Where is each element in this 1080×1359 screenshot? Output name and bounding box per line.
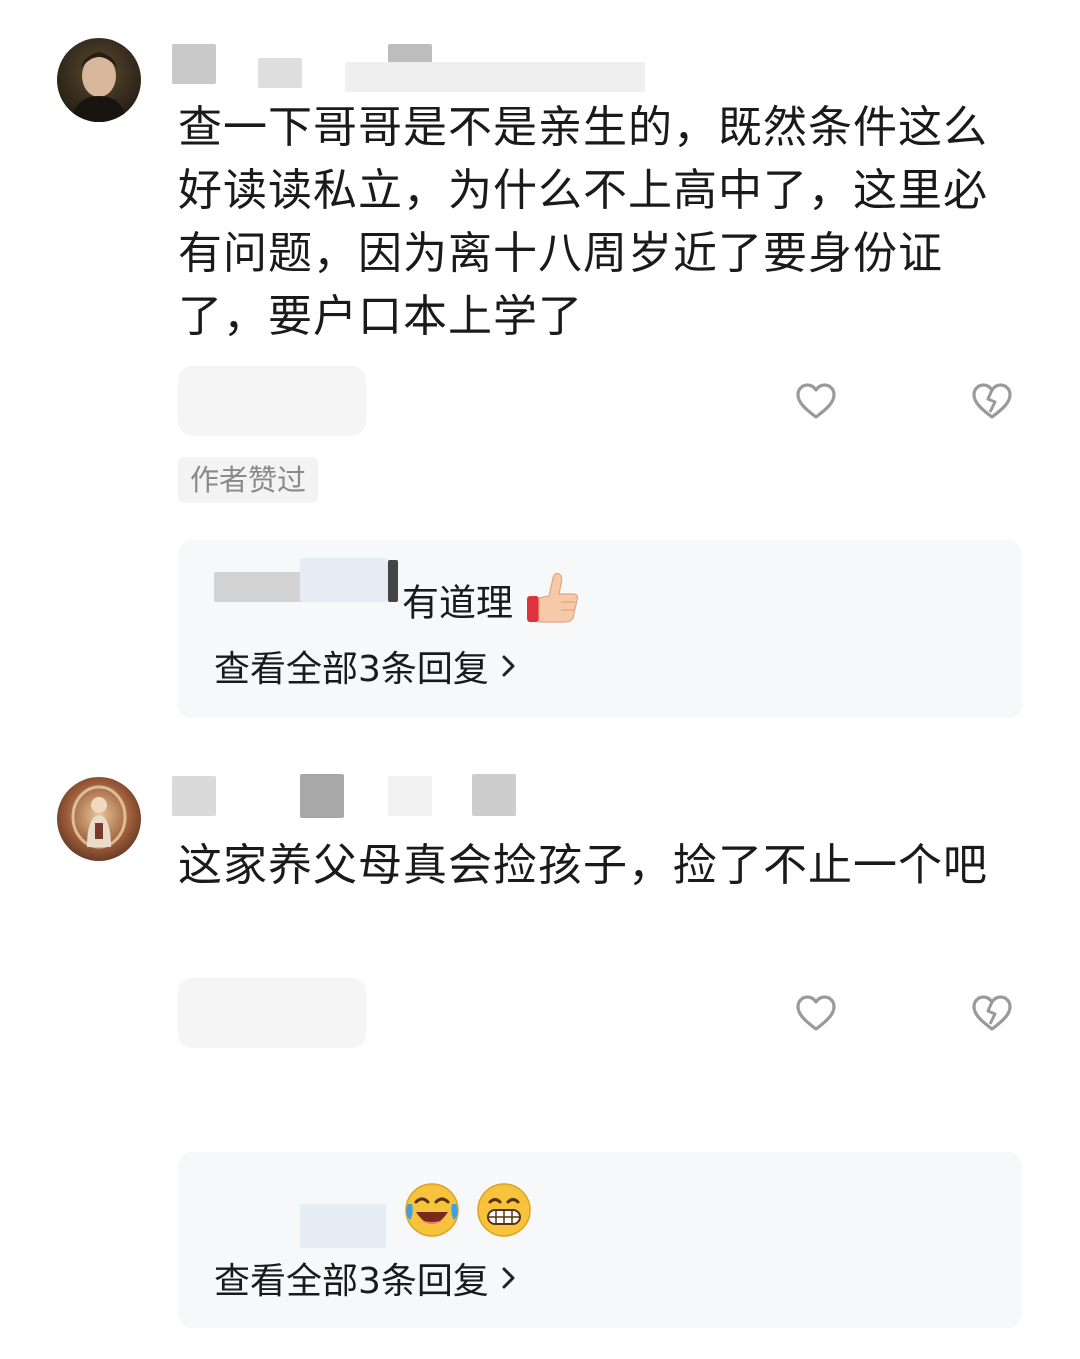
username-redacted — [345, 62, 645, 92]
comment-text: 这家养父母真会捡孩子，捡了不止一个吧 — [178, 840, 988, 891]
broken-heart-icon — [972, 383, 1012, 419]
avatar[interactable] — [57, 38, 141, 122]
grinning-emoji-icon — [474, 1180, 534, 1254]
thumbs-up-icon — [525, 570, 581, 640]
reply-text: 有道理 — [402, 581, 513, 625]
view-all-label: 查看全部3条回复 — [214, 1261, 489, 1302]
username-redacted — [472, 774, 516, 816]
reply-username-redacted — [388, 560, 398, 602]
chevron-right-icon — [499, 644, 519, 696]
reply-pill[interactable] — [178, 978, 366, 1048]
username-redacted — [300, 774, 344, 818]
heart-outline-icon — [796, 995, 836, 1031]
chevron-right-icon — [499, 1256, 519, 1308]
reply-preview-line: 有道理 — [402, 570, 581, 640]
reply-preview-box[interactable]: 查看全部3条回复 — [178, 1152, 1022, 1328]
heart-outline-icon — [796, 383, 836, 419]
username-redacted — [172, 44, 216, 84]
reply-preview-line — [402, 1180, 534, 1254]
reply-username-redacted — [214, 572, 304, 602]
comment-text: 查一下哥哥是不是亲生的，既然条件这么好读读私立，为什么不上高中了，这里必有问题，… — [178, 102, 988, 342]
view-all-label: 查看全部3条回复 — [214, 649, 489, 690]
reply-pill[interactable] — [178, 366, 366, 436]
username-redacted — [388, 776, 432, 816]
avatar[interactable] — [57, 777, 141, 861]
like-button[interactable] — [794, 380, 838, 424]
author-liked-tag: 作者赞过 — [178, 457, 319, 503]
view-all-replies-link[interactable]: 查看全部3条回复 — [214, 644, 519, 696]
broken-heart-icon — [972, 995, 1012, 1031]
reply-username-redacted — [300, 1204, 386, 1248]
laughing-crying-emoji-icon — [402, 1180, 462, 1254]
username-redacted — [172, 776, 216, 816]
reply-username-redacted — [300, 558, 388, 602]
view-all-replies-link[interactable]: 查看全部3条回复 — [214, 1256, 519, 1308]
like-button[interactable] — [794, 992, 838, 1036]
username-redacted — [258, 58, 302, 88]
dislike-button[interactable] — [970, 992, 1014, 1036]
dislike-button[interactable] — [970, 380, 1014, 424]
reply-preview-box[interactable]: 有道理 查看全部3条回复 — [178, 540, 1022, 718]
